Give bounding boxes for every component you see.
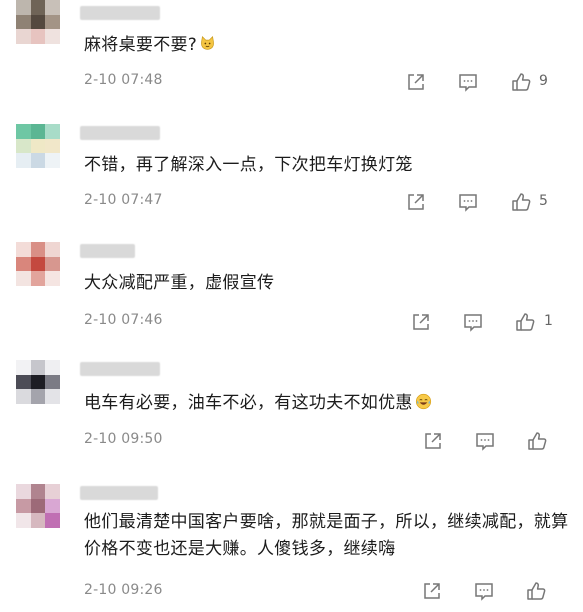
avatar[interactable] bbox=[16, 124, 60, 168]
comment-actions: 5 bbox=[405, 191, 565, 213]
comment-icon[interactable] bbox=[473, 580, 495, 602]
comment-item: 麻将桌要不要? 2-10 07:48 9 bbox=[0, 0, 583, 110]
comment-time: 2-10 07:47 bbox=[84, 192, 163, 208]
avatar[interactable] bbox=[16, 0, 60, 44]
comment-item: 大众减配严重，虚假宣传 2-10 07:46 1 bbox=[0, 228, 583, 346]
comment-actions bbox=[421, 580, 561, 602]
comment-item: 不错，再了解深入一点，下次把车灯换灯笼 2-10 07:47 5 bbox=[0, 110, 583, 228]
share-icon[interactable] bbox=[422, 430, 444, 452]
comment-icon[interactable] bbox=[457, 191, 479, 213]
like-icon[interactable] bbox=[525, 580, 547, 602]
like-count: 1 bbox=[544, 313, 553, 329]
comment-time: 2-10 07:46 bbox=[84, 312, 163, 328]
cat-face-emoji bbox=[199, 34, 216, 51]
like-icon[interactable] bbox=[514, 311, 536, 333]
username-blurred[interactable] bbox=[80, 126, 160, 140]
like-icon[interactable] bbox=[526, 430, 548, 452]
username-blurred[interactable] bbox=[80, 244, 135, 258]
comment-text: 大众减配严重，虚假宣传 bbox=[84, 273, 275, 293]
share-icon[interactable] bbox=[410, 311, 432, 333]
like-count: 9 bbox=[539, 73, 548, 89]
comment-icon[interactable] bbox=[474, 430, 496, 452]
comment-time: 2-10 09:50 bbox=[84, 431, 163, 447]
comment-icon[interactable] bbox=[457, 71, 479, 93]
comment-actions bbox=[422, 430, 562, 452]
like-icon[interactable] bbox=[510, 71, 532, 93]
username-blurred[interactable] bbox=[80, 486, 158, 500]
comment-text: 麻将桌要不要? bbox=[84, 32, 563, 59]
share-icon[interactable] bbox=[421, 580, 443, 602]
comment-actions: 9 bbox=[405, 71, 565, 93]
comment-time: 2-10 09:26 bbox=[84, 582, 163, 598]
username-blurred[interactable] bbox=[80, 6, 160, 20]
share-icon[interactable] bbox=[405, 71, 427, 93]
username-blurred[interactable] bbox=[80, 362, 160, 376]
comment-item: 电车有必要，油车不必，有这功夫不如优惠 2-10 09:50 bbox=[0, 346, 583, 464]
laughing-tears-emoji bbox=[415, 392, 432, 410]
like-count: 5 bbox=[539, 193, 548, 209]
share-icon[interactable] bbox=[405, 191, 427, 213]
comment-item: 他们最清楚中国客户要啥，那就是面子，所以，继续减配，就算价格不变也还是大赚。人傻… bbox=[0, 464, 583, 612]
comment-text: 电车有必要，油车不必，有这功夫不如优惠 bbox=[84, 390, 563, 417]
comment-time: 2-10 07:48 bbox=[84, 72, 163, 88]
avatar[interactable] bbox=[16, 242, 60, 286]
like-icon[interactable] bbox=[510, 191, 532, 213]
comment-text: 他们最清楚中国客户要啥，那就是面子，所以，继续减配，就算价格不变也还是大赚。人傻… bbox=[84, 512, 569, 559]
comment-actions: 1 bbox=[410, 311, 570, 333]
avatar[interactable] bbox=[16, 360, 60, 404]
comment-text: 不错，再了解深入一点，下次把车灯换灯笼 bbox=[84, 155, 413, 175]
avatar[interactable] bbox=[16, 484, 60, 528]
comment-icon[interactable] bbox=[462, 311, 484, 333]
